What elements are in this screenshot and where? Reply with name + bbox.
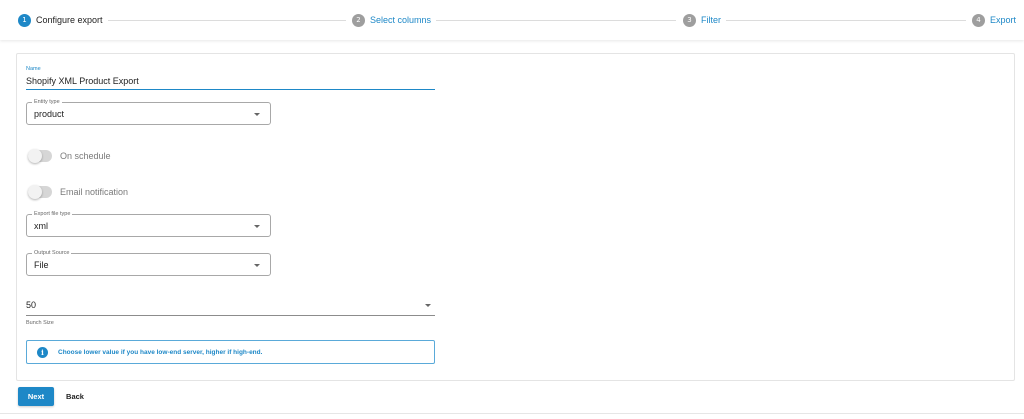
step-number-2: 2: [352, 13, 365, 27]
on-schedule-switch[interactable]: [28, 149, 52, 163]
on-schedule-toggle[interactable]: On schedule: [28, 149, 111, 163]
bunch-size-helper: Bunch Size: [26, 320, 54, 326]
switch-thumb: [28, 185, 42, 199]
bunch-size-value: 50: [26, 300, 37, 310]
step-connector: [108, 20, 346, 21]
name-label: Name: [26, 66, 41, 72]
info-icon: i: [37, 346, 48, 358]
chevron-down-icon: [425, 304, 431, 307]
entity-type-label: Entity type: [32, 98, 62, 106]
info-alert: i Choose lower value if you have low-end…: [26, 340, 435, 364]
export-file-type-value: xml: [34, 221, 48, 231]
export-file-type-select[interactable]: Export file type xml: [26, 210, 271, 237]
name-input[interactable]: Name Shopify XML Product Export: [26, 66, 435, 90]
step-label-filter: Filter: [701, 15, 721, 25]
entity-type-select[interactable]: Entity type product: [26, 98, 271, 125]
output-source-label: Output Source: [32, 249, 72, 257]
step-select-columns[interactable]: 2 Select columns: [352, 13, 431, 27]
next-button[interactable]: Next: [18, 387, 54, 406]
email-notification-toggle[interactable]: Email notification: [28, 185, 128, 199]
step-number-4: 4: [972, 13, 985, 27]
step-number-3: 3: [683, 13, 696, 27]
email-notification-label: Email notification: [60, 187, 129, 197]
output-source-select[interactable]: Output Source File: [26, 249, 271, 276]
step-number-1: 1: [18, 13, 31, 27]
step-label-configure-export: Configure export: [36, 15, 103, 25]
divider: [0, 413, 1024, 414]
output-source-value: File: [34, 260, 49, 270]
on-schedule-label: On schedule: [60, 151, 111, 161]
name-value: Shopify XML Product Export: [26, 76, 139, 86]
step-label-select-columns: Select columns: [370, 15, 432, 25]
bunch-size-select[interactable]: 50: [26, 298, 435, 316]
back-button[interactable]: Back: [60, 387, 90, 406]
info-message: Choose lower value if you have low-end s…: [58, 348, 263, 356]
export-stepper: 1 Configure export 2 Select columns 3 Fi…: [0, 0, 1024, 40]
step-label-export: Export: [990, 15, 1017, 25]
step-connector: [726, 20, 966, 21]
entity-type-value: product: [34, 109, 65, 119]
chevron-down-icon: [254, 225, 260, 228]
switch-thumb: [28, 149, 42, 163]
step-connector: [436, 20, 676, 21]
chevron-down-icon: [254, 113, 260, 116]
export-file-type-label: Export file type: [32, 210, 73, 218]
step-export[interactable]: 4 Export: [972, 13, 1016, 27]
step-filter[interactable]: 3 Filter: [683, 13, 721, 27]
chevron-down-icon: [254, 264, 260, 267]
step-configure-export[interactable]: 1 Configure export: [18, 13, 103, 27]
email-notification-switch[interactable]: [28, 185, 52, 199]
